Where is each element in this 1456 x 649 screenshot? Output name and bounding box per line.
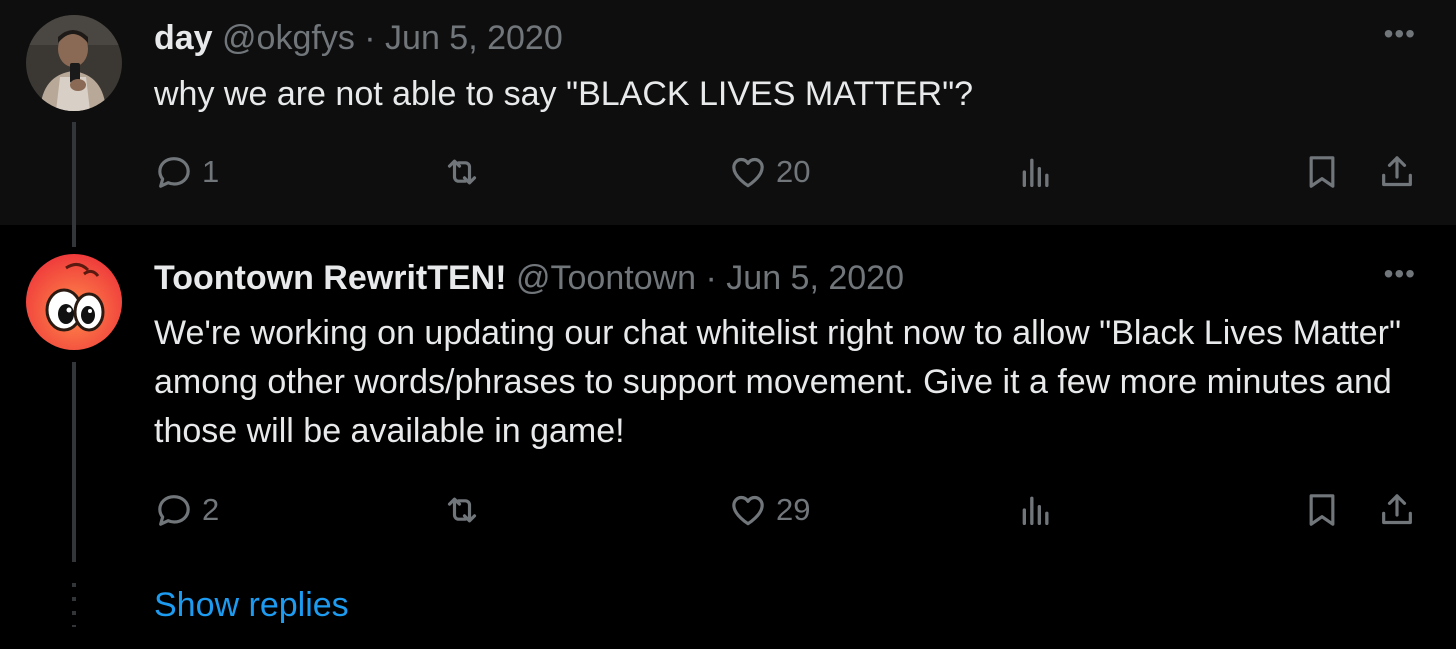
tweet-actions: 1 20: [0, 152, 1456, 192]
bookmark-icon: [1302, 490, 1342, 530]
retweet-icon: [442, 490, 482, 530]
reply-count: 1: [202, 154, 220, 189]
views-button[interactable]: [1016, 152, 1064, 192]
bookmark-button[interactable]: [1302, 490, 1342, 530]
tweet[interactable]: day @okgfys · Jun 5, 2020 ••• why we are…: [0, 0, 1456, 225]
share-icon: [1377, 152, 1417, 192]
reply-icon: [154, 152, 194, 192]
like-icon: [728, 152, 768, 192]
timestamp[interactable]: Jun 5, 2020: [385, 19, 563, 57]
separator: ·: [696, 259, 727, 297]
views-button[interactable]: [1016, 490, 1064, 530]
more-icon[interactable]: •••: [1384, 18, 1416, 50]
show-replies-link[interactable]: Show replies: [154, 586, 349, 625]
share-button[interactable]: [1377, 490, 1417, 530]
tweet-header: Toontown RewritTEN! @Toontown · Jun 5, 2…: [154, 259, 904, 298]
display-name[interactable]: Toontown RewritTEN!: [154, 259, 507, 297]
reply-count: 2: [202, 492, 220, 527]
tweet-header: day @okgfys · Jun 5, 2020: [154, 19, 563, 58]
avatar[interactable]: [26, 254, 122, 350]
like-icon: [728, 490, 768, 530]
handle[interactable]: @okgfys: [222, 19, 355, 57]
reply-button[interactable]: 2: [154, 490, 219, 530]
tweet-text: why we are not able to say "BLACK LIVES …: [154, 75, 974, 113]
retweet-button[interactable]: [442, 152, 490, 192]
like-count: 29: [776, 492, 811, 527]
timestamp[interactable]: Jun 5, 2020: [726, 259, 904, 297]
separator: ·: [354, 19, 386, 57]
handle[interactable]: @Toontown: [516, 259, 696, 297]
retweet-button[interactable]: [442, 490, 490, 530]
display-name[interactable]: day: [154, 19, 213, 57]
more-icon[interactable]: •••: [1384, 258, 1416, 290]
views-icon: [1016, 152, 1056, 192]
reply-button[interactable]: 1: [154, 152, 219, 192]
like-button[interactable]: 29: [728, 490, 810, 530]
thread-line: [72, 225, 76, 247]
reply-icon: [154, 490, 194, 530]
share-button[interactable]: [1377, 152, 1417, 192]
share-icon: [1377, 490, 1417, 530]
retweet-icon: [442, 152, 482, 192]
thread-line: [72, 362, 76, 562]
thread-dots: [72, 583, 76, 627]
tweet-text: We're working on updating our chat white…: [154, 314, 1402, 450]
views-icon: [1016, 490, 1056, 530]
avatar[interactable]: [26, 15, 122, 111]
like-count: 20: [776, 154, 811, 189]
bookmark-button[interactable]: [1302, 152, 1342, 192]
like-button[interactable]: 20: [728, 152, 810, 192]
tweet-actions: 2 29: [0, 490, 1456, 530]
bookmark-icon: [1302, 152, 1342, 192]
tweet[interactable]: Toontown RewritTEN! @Toontown · Jun 5, 2…: [0, 225, 1456, 570]
